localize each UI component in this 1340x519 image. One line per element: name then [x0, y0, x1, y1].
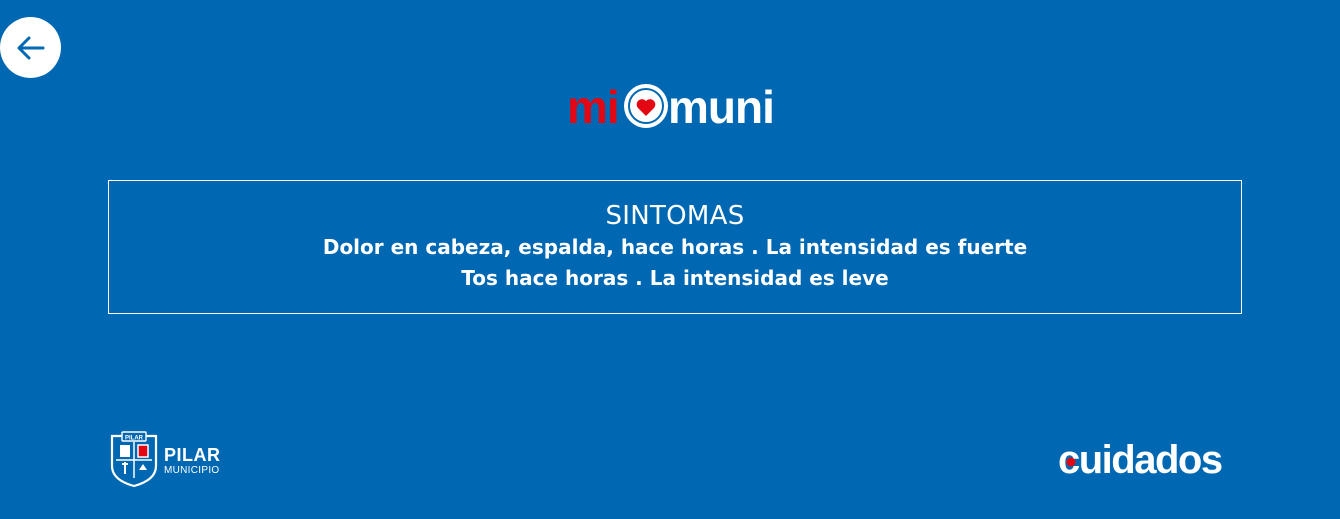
cuidados-dot [1066, 457, 1076, 467]
heart-icon [624, 84, 668, 128]
symptoms-title: SINTOMAS [605, 201, 745, 231]
pilar-subtitle: MUNICIPIO [164, 465, 220, 476]
page: mi muni SINTOMAS Dolor en cabeza, espald… [0, 0, 1340, 519]
symptom-item: Dolor en cabeza, espalda, hace horas . L… [322, 235, 1028, 259]
crest-icon: PILAR [110, 431, 158, 488]
crest-label: PILAR [125, 435, 144, 441]
cuidados-logo: cuidados [1058, 436, 1240, 482]
symptoms-panel: SINTOMAS Dolor en cabeza, espalda, hace … [108, 180, 1242, 314]
cuidados-text: cuidados [1058, 438, 1222, 482]
logo-muni-text: muni [668, 81, 774, 133]
logo-mi-text: mi [567, 81, 619, 133]
arrow-left-icon [17, 36, 44, 59]
symptom-item: Tos hace horas . La intensidad es leve [461, 266, 889, 290]
mimuni-logo: mi muni [567, 78, 787, 134]
back-button[interactable] [0, 17, 61, 78]
pilar-name: PILAR [164, 445, 221, 465]
pilar-municipio-logo: PILAR PILAR MUNICIPIO [108, 430, 228, 488]
